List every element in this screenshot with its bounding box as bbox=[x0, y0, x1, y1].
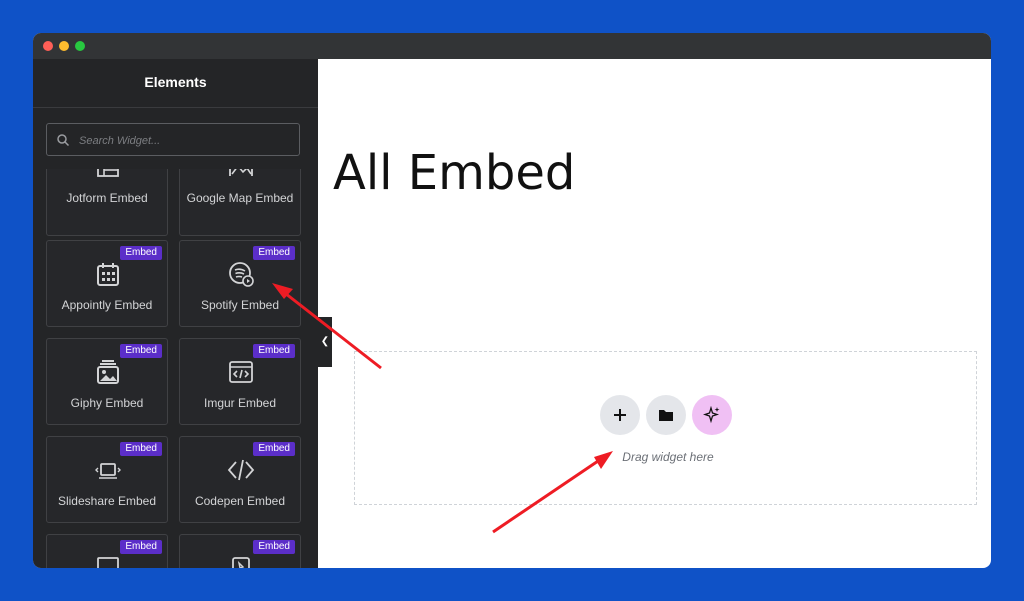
elements-panel: Jotform Embed Google Map Embed Embed App… bbox=[33, 59, 318, 568]
embed-badge: Embed bbox=[253, 246, 295, 260]
widget-card-imgur[interactable]: Embed Imgur Embed bbox=[179, 338, 301, 425]
window-titlebar bbox=[33, 33, 991, 59]
widget-card-label: Spotify Embed bbox=[200, 298, 280, 312]
widget-card-appointly[interactable]: Embed Appointly Embed bbox=[46, 240, 168, 327]
embed-badge: Embed bbox=[120, 540, 162, 554]
monitor-icon bbox=[97, 557, 119, 568]
widget-card-giphy[interactable]: Embed Giphy Embed bbox=[46, 338, 168, 425]
plus-icon bbox=[614, 409, 626, 421]
collapse-panel-button[interactable]: ❮ bbox=[318, 317, 332, 367]
embed-badge: Embed bbox=[120, 246, 162, 260]
minimize-window-button[interactable] bbox=[59, 41, 69, 51]
spotify-icon bbox=[229, 262, 254, 287]
embed-badge: Embed bbox=[253, 442, 295, 456]
search-input[interactable] bbox=[77, 130, 296, 152]
embed-badge: Embed bbox=[120, 442, 162, 456]
slides-icon bbox=[95, 463, 121, 479]
close-window-button[interactable] bbox=[43, 41, 53, 51]
pin-icon bbox=[232, 557, 250, 568]
add-section-button[interactable] bbox=[600, 395, 640, 435]
code-icon bbox=[227, 459, 255, 481]
drag-widget-hint: Drag widget here bbox=[622, 450, 714, 464]
search-box[interactable] bbox=[46, 123, 300, 156]
maximize-window-button[interactable] bbox=[75, 41, 85, 51]
calendar-icon bbox=[97, 263, 119, 286]
sparkle-icon bbox=[703, 406, 720, 424]
widget-card-codepen[interactable]: Embed Codepen Embed bbox=[179, 436, 301, 523]
folder-icon bbox=[659, 410, 673, 421]
image-stack-icon bbox=[97, 360, 119, 384]
widget-card-label: Codepen Embed bbox=[194, 494, 286, 508]
ai-assistant-button[interactable] bbox=[692, 395, 732, 435]
code-window-icon bbox=[229, 361, 253, 383]
widget-card-label: Imgur Embed bbox=[203, 396, 277, 410]
search-icon bbox=[57, 134, 70, 147]
embed-badge: Embed bbox=[253, 344, 295, 358]
page-heading: All Embed bbox=[333, 145, 576, 201]
app-window: Jotform Embed Google Map Embed Embed App… bbox=[33, 33, 991, 568]
chevron-left-icon: ❮ bbox=[320, 336, 330, 347]
widget-card-spotify[interactable]: Embed Spotify Embed bbox=[179, 240, 301, 327]
template-library-button[interactable] bbox=[646, 395, 686, 435]
embed-badge: Embed bbox=[253, 540, 295, 554]
widget-card-pin[interactable]: Embed bbox=[179, 534, 301, 568]
widget-card-monitor[interactable]: Embed bbox=[46, 534, 168, 568]
widget-card-label: Giphy Embed bbox=[70, 396, 144, 410]
embed-badge: Embed bbox=[120, 344, 162, 358]
widget-card-slideshare[interactable]: Embed Slideshare Embed bbox=[46, 436, 168, 523]
panel-title: Elements bbox=[33, 59, 318, 108]
widget-card-label: Google Map Embed bbox=[186, 191, 294, 205]
widget-card-label: Appointly Embed bbox=[61, 298, 153, 312]
widget-card-label: Slideshare Embed bbox=[57, 494, 157, 508]
widget-card-label: Jotform Embed bbox=[66, 191, 148, 205]
